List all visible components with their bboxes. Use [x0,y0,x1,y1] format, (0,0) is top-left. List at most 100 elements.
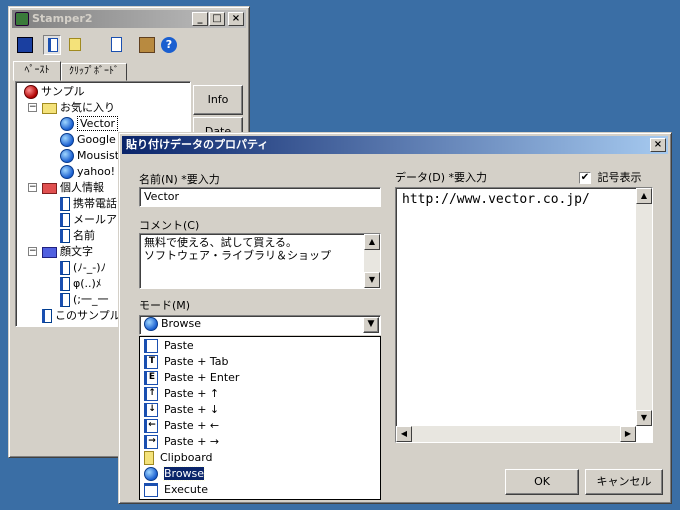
data-field[interactable]: http://www.vector.co.jp/ ▲ ▼ ◀ ▶ [395,187,653,443]
folder-icon [42,102,57,114]
tree-item[interactable]: 名前 [60,228,95,244]
name-label: 名前(N) *要入力 [139,173,220,186]
mode-option[interactable]: Browse [140,466,380,482]
mode-option-label: Browse [162,466,206,481]
tree-item[interactable]: − 顔文字 [28,244,93,260]
mode-option[interactable]: ↑ Paste + ↑ [140,386,380,402]
mode-option-label: Paste + ↓ [164,403,220,416]
tree-item[interactable]: Vector [60,116,119,132]
tree-item-label: このサンプル [55,309,121,322]
sheet-icon[interactable] [111,37,122,52]
maximize-button[interactable]: □ [209,12,225,26]
scroll-up-icon[interactable]: ▲ [364,234,380,250]
ok-button[interactable]: OK [505,469,579,495]
tree-item[interactable]: − 個人情報 [28,180,104,196]
mode-option[interactable]: T Paste + Tab [140,354,380,370]
mode-option-label: Execute [164,483,208,496]
save-icon[interactable] [17,37,33,53]
tree-item-label: サンプル [41,85,85,98]
main-window-title: Stamper2 [32,12,93,25]
comment-field[interactable]: 無料で使える、試して買える。 ソフトウェア・ライブラリ＆ショップ ▲ ▼ [139,233,381,289]
properties-dialog: 貼り付けデータのプロパティ × 名前(N) *要入力 Vector コメント(C… [118,132,672,504]
mode-option[interactable]: ↓ Paste + ↓ [140,402,380,418]
globe-icon [60,165,74,179]
mode-option[interactable]: E Paste + Enter [140,370,380,386]
globe-icon [144,317,158,331]
mode-select[interactable]: Browse ▼ [139,315,381,335]
data-label: データ(D) *要入力 [395,171,488,184]
tree-item[interactable]: yahoo! [60,164,115,180]
mode-option[interactable]: Execute [140,482,380,498]
mode-option[interactable]: → Paste + → [140,434,380,450]
scroll-right-icon[interactable]: ▶ [620,426,636,442]
main-titlebar[interactable]: Stamper2 _ □ × [12,10,246,28]
dialog-close-button[interactable]: × [650,138,666,152]
document-icon [60,261,70,275]
scroll-up-icon[interactable]: ▲ [636,188,652,204]
mode-dropdown-list: Paste T Paste + Tab E Paste + Enter ↑ Paste + … [139,336,381,500]
clipboard-icon [144,451,154,465]
mode-option[interactable]: Clipboard [140,450,380,466]
tree-item[interactable]: (ﾉ-_-)ﾉ [60,260,106,276]
scroll-left-icon[interactable]: ◀ [396,426,412,442]
mode-option-label: Paste + ↑ [164,387,220,400]
dialog-titlebar[interactable]: 貼り付けデータのプロパティ × [122,136,668,154]
folder-toolbar-icon[interactable] [69,38,81,51]
tree-item[interactable]: φ(..)ﾒ [60,276,101,292]
new-page-icon[interactable] [43,35,61,55]
document-icon: ↑ [144,387,158,401]
symbol-display-checkbox[interactable]: ✔ 記号表示 [579,171,642,185]
collapse-icon[interactable]: − [28,247,37,256]
tree-item[interactable]: (;一_一 [60,292,109,308]
document-icon: → [144,435,158,449]
folder-icon [42,246,57,258]
data-vertical-scrollbar[interactable]: ▲ ▼ [636,188,652,426]
info-button[interactable]: Info [193,85,243,115]
collapse-icon[interactable]: − [28,103,37,112]
scroll-down-icon[interactable]: ▼ [364,272,380,288]
scroll-down-icon[interactable]: ▼ [636,410,652,426]
mode-option-label: Paste + Tab [164,355,229,368]
symbol-display-label: 記号表示 [597,171,642,184]
minimize-button[interactable]: _ [192,12,208,26]
mode-option[interactable]: Paste [140,338,380,354]
tree-item[interactable]: メールア [60,212,117,228]
document-icon: E [144,371,158,385]
name-field[interactable]: Vector [139,187,381,207]
comment-line: 無料で使える、試して買える。 [144,236,298,249]
data-value: http://www.vector.co.jp/ [402,192,590,207]
collapse-icon[interactable]: − [28,183,37,192]
cancel-button[interactable]: キャンセル [585,469,663,495]
tree-item-label: Google [77,133,116,146]
document-icon [60,229,70,243]
mode-option[interactable]: ← Paste + ← [140,418,380,434]
mode-option-label: Paste + ← [164,419,220,432]
chevron-down-icon[interactable]: ▼ [363,317,379,333]
mode-option-label: Paste + Enter [164,371,240,384]
tree-item-label: メールア [73,213,117,226]
tree-item[interactable]: Google [60,132,116,148]
close-button[interactable]: × [228,12,244,26]
tree-item[interactable]: サンプル [24,84,85,100]
mode-option-label: Paste + → [164,435,220,448]
tree-item[interactable]: このサンプル [42,308,121,324]
mode-option-label: Clipboard [160,451,213,464]
tree-item-label: Mousist [77,149,120,162]
globe-icon [60,133,74,147]
tree-item[interactable]: − お気に入り [28,100,115,116]
properties-icon[interactable] [139,37,155,53]
tree-item-label: 個人情報 [60,181,104,194]
comment-scrollbar[interactable]: ▲ ▼ [364,234,380,288]
tab-paste[interactable]: ﾍﾟｰｽﾄ [13,61,61,81]
help-icon[interactable]: ? [161,37,177,53]
tree-item-label: (ﾉ-_-)ﾉ [73,261,107,274]
tree-item[interactable]: 携帯電話 [60,196,117,212]
tab-clipboard[interactable]: ｸﾘｯﾌﾟﾎﾞｰﾄﾞ [61,63,127,81]
tree-item[interactable]: Mousist [60,148,119,164]
checkbox-icon: ✔ [579,172,591,184]
document-icon: T [144,355,158,369]
document-icon [60,197,70,211]
tree-item-label: お気に入り [60,101,115,114]
data-horizontal-scrollbar[interactable]: ◀ ▶ [396,426,636,442]
tree-item-label: Vector [77,116,119,131]
